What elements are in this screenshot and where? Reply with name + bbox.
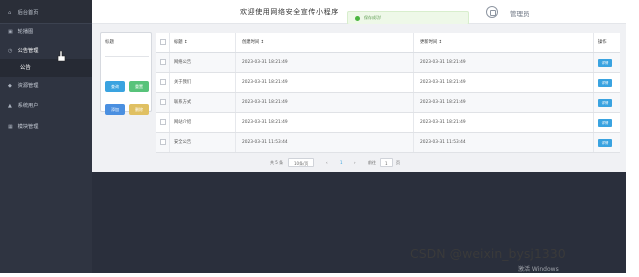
sidebar-item-notices[interactable]: ◷ 公告管理 bbox=[0, 41, 92, 61]
prev-page-button[interactable]: ‹ bbox=[326, 158, 328, 167]
column-header-updated[interactable]: 更新时间 ↕ bbox=[414, 33, 594, 52]
row-title: 网络公告 bbox=[170, 53, 236, 72]
table-row: 联系方式 2023-03-31 18:21:49 2023-03-31 18:2… bbox=[156, 93, 620, 113]
row-select[interactable] bbox=[156, 73, 170, 92]
app-window: ⌂ 后台首页 ▣ 轮播图 ◷ 公告管理 公告 ◆ 资源管理 ▲ 系统用户 ▦ 模… bbox=[0, 0, 639, 277]
checkbox-icon[interactable] bbox=[160, 39, 166, 45]
checkbox-icon[interactable] bbox=[160, 79, 166, 85]
sidebar-item-label: 后台首页 bbox=[17, 10, 39, 16]
add-button[interactable]: 添加 bbox=[105, 104, 125, 115]
row-updated: 2023-03-31 18:21:49 bbox=[414, 73, 594, 92]
row-detail-button[interactable]: 详情 bbox=[598, 59, 612, 67]
windows-activation-hint: 激活 Windows bbox=[518, 266, 559, 273]
goto-page-input[interactable]: 1 bbox=[380, 158, 393, 167]
mouse-cursor-icon bbox=[57, 51, 66, 62]
sidebar: ⌂ 后台首页 ▣ 轮播图 ◷ 公告管理 公告 ◆ 资源管理 ▲ 系统用户 ▦ 模… bbox=[0, 0, 92, 273]
goto-label: 前往 bbox=[368, 160, 376, 165]
delete-button[interactable]: 删除 bbox=[129, 104, 149, 115]
checkbox-icon[interactable] bbox=[160, 139, 166, 145]
row-select[interactable] bbox=[156, 93, 170, 112]
row-created: 2023-03-31 18:21:49 bbox=[236, 113, 414, 132]
sidebar-item-label: 轮播图 bbox=[17, 29, 34, 35]
column-header-created[interactable]: 创建时间 ↕ bbox=[236, 33, 414, 52]
admin-avatar-icon[interactable] bbox=[486, 6, 498, 18]
row-title: 联系方式 bbox=[170, 93, 236, 112]
csdn-watermark: CSDN @weixin_bysj1330 bbox=[410, 246, 566, 261]
row-detail-button[interactable]: 详情 bbox=[598, 119, 612, 127]
reset-button[interactable]: 重置 bbox=[129, 81, 149, 92]
sidebar-item-label: 资源管理 bbox=[17, 83, 39, 89]
top-header: 欢迎使用网络安全宣传小程序 保存成功! 管理员 bbox=[92, 0, 626, 25]
goto-suffix: 页 bbox=[396, 160, 400, 165]
sidebar-item-label: 模块管理 bbox=[17, 124, 39, 130]
user-icon: ▲ bbox=[8, 103, 12, 109]
sidebar-item-label: 公告管理 bbox=[17, 48, 39, 54]
search-card: 标题 查询 重置 添加 删除 bbox=[100, 32, 152, 115]
list-panel: 标题 查询 重置 添加 删除 标题 ↕ 创建时间 ↕ 更新时间 ↕ 操作 网络公… bbox=[92, 24, 626, 172]
home-icon: ⌂ bbox=[8, 10, 12, 16]
checkbox-icon[interactable] bbox=[160, 99, 166, 105]
module-icon: ▦ bbox=[8, 124, 13, 130]
header-select-all[interactable] bbox=[156, 33, 170, 52]
table-row: 网站介绍 2023-03-31 18:21:49 2023-03-31 18:2… bbox=[156, 113, 620, 133]
pagination-total: 共 5 条 bbox=[270, 160, 284, 165]
sidebar-item-label: 系统用户 bbox=[17, 103, 39, 109]
resource-icon: ◆ bbox=[8, 83, 12, 89]
main-content: 标题 查询 重置 添加 删除 标题 ↕ 创建时间 ↕ 更新时间 ↕ 操作 网络公… bbox=[92, 24, 626, 273]
page-size-select[interactable]: 10条/页 bbox=[288, 158, 315, 167]
search-title-label: 标题 bbox=[105, 40, 114, 45]
image-icon: ▣ bbox=[8, 29, 13, 35]
page-number-current[interactable]: 1 bbox=[340, 158, 343, 167]
checkbox-icon[interactable] bbox=[160, 119, 166, 125]
table-row: 网络公告 2023-03-31 18:21:49 2023-03-31 18:2… bbox=[156, 53, 620, 73]
sidebar-item-modules[interactable]: ▦ 模块管理 bbox=[0, 117, 92, 137]
row-title: 网站介绍 bbox=[170, 113, 236, 132]
row-created: 2023-03-31 18:21:49 bbox=[236, 73, 414, 92]
row-created: 2023-03-31 11:53:44 bbox=[236, 133, 414, 152]
success-toast: 保存成功! bbox=[347, 11, 469, 25]
toast-message: 保存成功! bbox=[364, 15, 382, 20]
row-detail-button[interactable]: 详情 bbox=[598, 99, 612, 107]
row-title: 安全公告 bbox=[170, 133, 236, 152]
row-updated: 2023-03-31 18:21:49 bbox=[414, 53, 594, 72]
sidebar-item-resources[interactable]: ◆ 资源管理 bbox=[0, 76, 92, 96]
column-header-actions: 操作 bbox=[598, 40, 607, 45]
query-button[interactable]: 查询 bbox=[105, 81, 125, 92]
welcome-title: 欢迎使用网络安全宣传小程序 bbox=[240, 8, 339, 16]
table-header: 标题 ↕ 创建时间 ↕ 更新时间 ↕ 操作 bbox=[156, 33, 620, 53]
next-page-button[interactable]: › bbox=[354, 158, 356, 167]
sidebar-subitem-notice[interactable]: 公告 bbox=[0, 59, 92, 77]
row-updated: 2023-03-31 18:21:49 bbox=[414, 113, 594, 132]
row-select[interactable] bbox=[156, 113, 170, 132]
row-created: 2023-03-31 18:21:49 bbox=[236, 53, 414, 72]
row-updated: 2023-03-31 11:53:44 bbox=[414, 133, 594, 152]
notice-icon: ◷ bbox=[8, 48, 13, 54]
table-row: 安全公告 2023-03-31 11:53:44 2023-03-31 11:5… bbox=[156, 133, 620, 153]
row-detail-button[interactable]: 详情 bbox=[598, 79, 612, 87]
row-title: 关于我们 bbox=[170, 73, 236, 92]
row-updated: 2023-03-31 18:21:49 bbox=[414, 93, 594, 112]
sidebar-item-users[interactable]: ▲ 系统用户 bbox=[0, 96, 92, 116]
row-select[interactable] bbox=[156, 53, 170, 72]
row-detail-button[interactable]: 详情 bbox=[598, 139, 612, 147]
row-select[interactable] bbox=[156, 133, 170, 152]
row-created: 2023-03-31 18:21:49 bbox=[236, 93, 414, 112]
search-title-input[interactable] bbox=[105, 49, 149, 57]
column-header-title[interactable]: 标题 ↕ bbox=[170, 33, 236, 52]
admin-user-link[interactable]: 管理员 bbox=[510, 8, 530, 18]
sidebar-item-carousel[interactable]: ▣ 轮播图 bbox=[0, 22, 92, 42]
table-row: 关于我们 2023-03-31 18:21:49 2023-03-31 18:2… bbox=[156, 73, 620, 93]
success-icon bbox=[355, 16, 360, 21]
checkbox-icon[interactable] bbox=[160, 59, 166, 65]
sidebar-item-home[interactable]: ⌂ 后台首页 bbox=[0, 3, 92, 23]
